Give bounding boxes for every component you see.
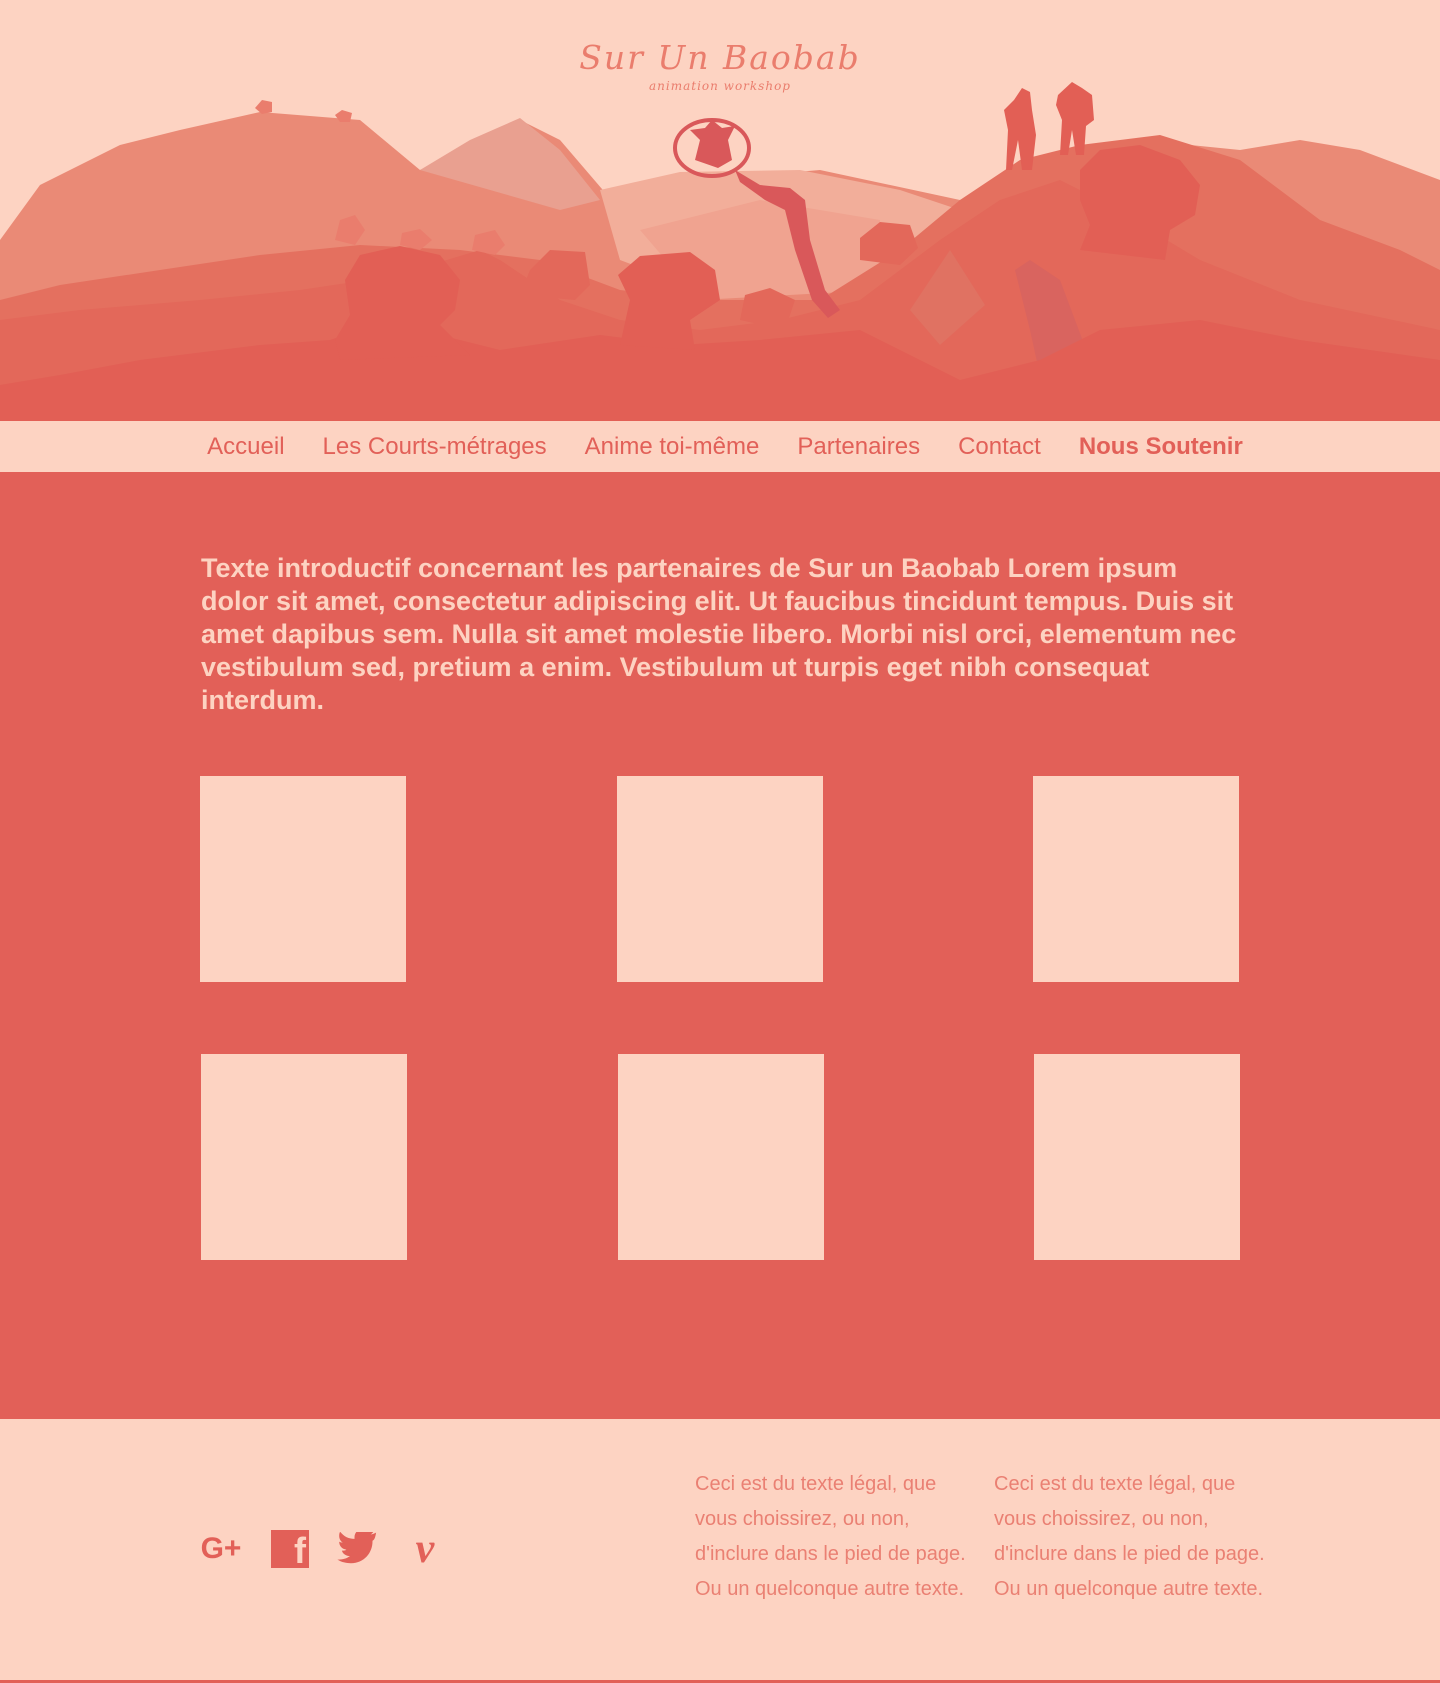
nav-item-accueil[interactable]: Accueil: [207, 433, 284, 461]
facebook-icon[interactable]: f: [271, 1529, 309, 1569]
hero-banner: Sur Un Baobab animation workshop: [0, 0, 1440, 421]
footer: G+ f v Ceci est du texte légal, que vous…: [0, 1419, 1440, 1683]
main-nav: Accueil Les Courts-métrages Anime toi-mê…: [0, 421, 1440, 472]
partner-tile[interactable]: [1033, 776, 1239, 982]
nav-item-nous-soutenir[interactable]: Nous Soutenir: [1079, 433, 1243, 461]
legal-text: Ceci est du texte légal, que vous choiss…: [695, 1473, 966, 1600]
partner-tile[interactable]: [200, 776, 406, 982]
landscape-illustration: [0, 82, 1440, 421]
legal-text: Ceci est du texte légal, que vous choiss…: [994, 1473, 1265, 1600]
partner-tile[interactable]: [617, 776, 823, 982]
social-links: G+ f v: [199, 1528, 445, 1570]
google-plus-icon[interactable]: G+: [199, 1529, 243, 1569]
partner-grid: [0, 472, 1440, 1419]
twitter-icon[interactable]: [337, 1529, 377, 1569]
nav-item-partenaires[interactable]: Partenaires: [797, 433, 920, 461]
partner-tile[interactable]: [1034, 1054, 1240, 1260]
partner-tile[interactable]: [618, 1054, 824, 1260]
nav-item-courts-metrages[interactable]: Les Courts-métrages: [323, 433, 547, 461]
partner-tile[interactable]: [201, 1054, 407, 1260]
vimeo-icon[interactable]: v: [405, 1528, 445, 1570]
nav-item-anime-toi-meme[interactable]: Anime toi-même: [585, 433, 760, 461]
nav-item-contact[interactable]: Contact: [958, 433, 1041, 461]
partners-section: Texte introductif concernant les partena…: [0, 472, 1440, 1419]
